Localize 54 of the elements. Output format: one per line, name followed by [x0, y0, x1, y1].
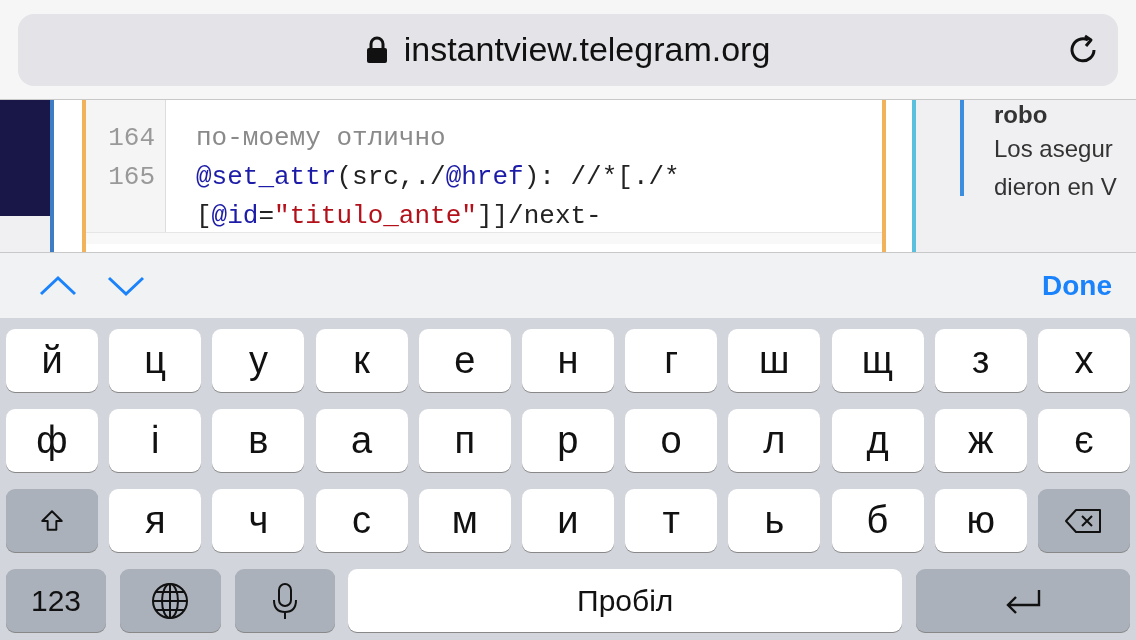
letter-key[interactable]: є — [1037, 409, 1130, 472]
letter-key[interactable]: о — [625, 409, 718, 472]
letter-key[interactable]: г — [625, 329, 718, 392]
letter-key[interactable]: р — [521, 409, 614, 472]
letter-key[interactable]: й — [6, 329, 98, 392]
backspace-icon — [1063, 506, 1104, 535]
letter-key[interactable]: ч — [212, 489, 305, 552]
globe-icon — [150, 580, 191, 621]
comment-text: dieron en V — [994, 172, 1117, 202]
lock-icon — [365, 35, 388, 64]
letter-key[interactable]: и — [521, 489, 614, 552]
letter-key[interactable]: б — [831, 489, 924, 552]
dictation-key[interactable] — [234, 569, 335, 632]
shift-icon — [39, 507, 65, 534]
line-number: 164 — [108, 122, 155, 155]
code-line: [@id="titulo_ante"]]/next- — [196, 200, 603, 232]
letter-key[interactable]: м — [418, 489, 511, 552]
address-field[interactable]: instantview.telegram.org — [18, 13, 1118, 86]
url-text: instantview.telegram.org — [403, 29, 771, 70]
code-line: @set_attr(src,./@href): //*[./* — [196, 161, 680, 194]
letter-key[interactable]: в — [212, 409, 305, 472]
backspace-key[interactable] — [1037, 489, 1130, 552]
comment-author: robo — [994, 100, 1049, 130]
letter-key[interactable]: ю — [934, 489, 1027, 552]
microphone-icon — [270, 581, 299, 620]
globe-key[interactable] — [119, 569, 221, 632]
letter-key[interactable]: у — [212, 329, 305, 392]
code-line: по-моему отлично — [196, 122, 447, 155]
letter-key[interactable]: с — [315, 489, 408, 552]
shift-key[interactable] — [6, 489, 98, 552]
letter-key[interactable]: т — [625, 489, 718, 552]
letter-key[interactable]: л — [728, 409, 821, 472]
letter-key[interactable]: ф — [6, 409, 98, 472]
letter-key[interactable]: щ — [831, 329, 924, 392]
chevron-up-icon[interactable] — [38, 274, 78, 297]
letter-key[interactable]: з — [934, 329, 1027, 392]
letter-key[interactable]: ш — [728, 329, 821, 392]
letter-key[interactable]: х — [1037, 329, 1130, 392]
comment-text: Los asegur — [994, 134, 1114, 164]
letter-key[interactable]: е — [418, 329, 511, 392]
space-key[interactable]: Пробіл — [348, 569, 903, 632]
letter-key[interactable]: я — [109, 489, 202, 552]
line-number: 165 — [108, 161, 155, 194]
letter-key[interactable]: і — [109, 409, 202, 472]
letter-key[interactable]: к — [315, 329, 408, 392]
letter-key[interactable]: н — [521, 329, 614, 392]
letter-key[interactable]: п — [418, 409, 511, 472]
letter-key[interactable]: ж — [934, 409, 1027, 472]
letter-key[interactable]: ь — [728, 489, 821, 552]
letter-key[interactable]: ц — [109, 329, 202, 392]
letter-key[interactable]: а — [315, 409, 408, 472]
letter-key[interactable]: д — [831, 409, 924, 472]
chevron-down-icon[interactable] — [106, 274, 146, 297]
numbers-key[interactable]: 123 — [6, 569, 106, 632]
